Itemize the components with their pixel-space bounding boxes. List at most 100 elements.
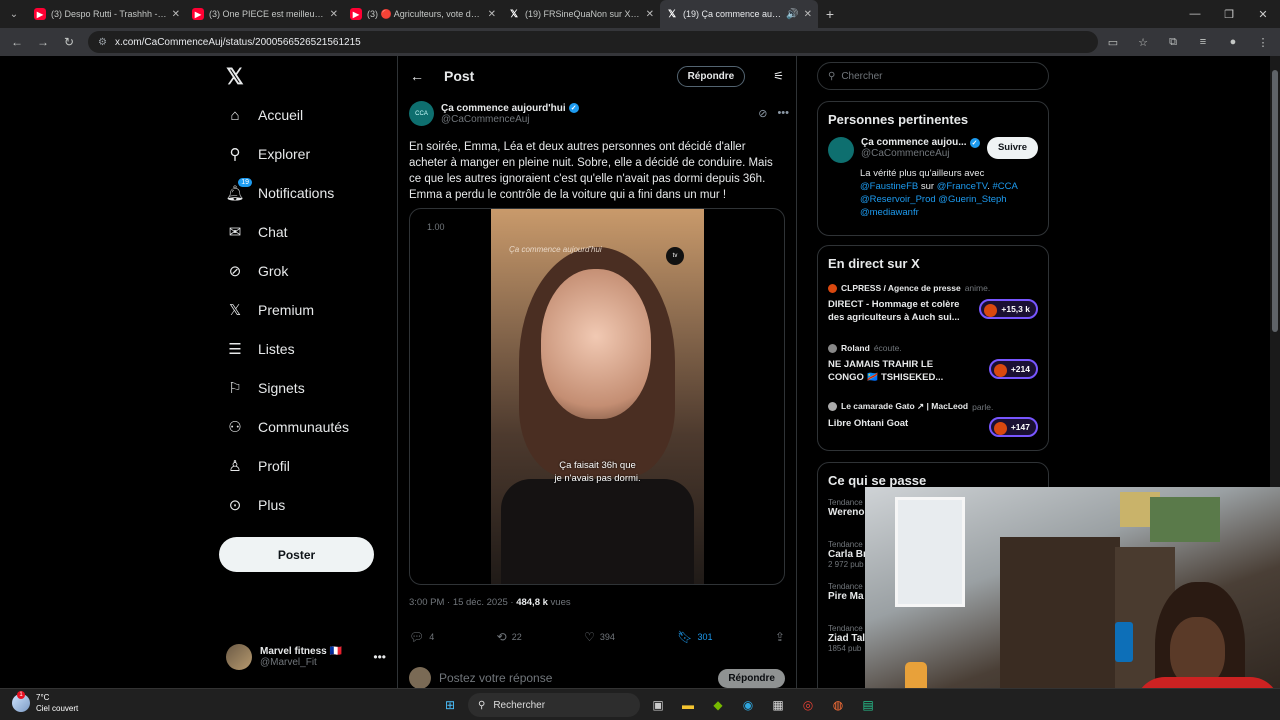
search-icon: ⚲ — [229, 146, 241, 163]
maximize-icon[interactable]: ❐ — [1212, 0, 1246, 28]
relevant-bio: La vérité plus qu'ailleurs avec @Faustin… — [818, 167, 1048, 227]
back-icon[interactable]: ← — [6, 31, 28, 53]
task-view-icon[interactable]: ▣ — [646, 693, 670, 717]
windows-start-icon[interactable]: ⊞ — [438, 693, 462, 717]
reply-input[interactable]: Postez votre réponse — [439, 671, 552, 685]
speaker-icon[interactable]: 🔊 — [786, 9, 798, 20]
reload-icon[interactable]: ↻ — [58, 31, 80, 53]
live-item[interactable]: Le camarade Gato ↗ | MacLeod parle. Libre… — [818, 395, 1048, 445]
store-icon[interactable]: ▦ — [766, 693, 790, 717]
share-button[interactable]: ⇪ — [775, 630, 785, 644]
nav-label: Grok — [258, 263, 289, 279]
live-count[interactable]: +147 — [988, 417, 1038, 437]
author-name-row[interactable]: Ça commence aujourd'hui ✓ — [441, 103, 579, 114]
nav-item-profile[interactable]: ♙ Profil — [226, 451, 290, 481]
avatar[interactable] — [828, 137, 854, 163]
browser-tab[interactable]: ▶ (3) One PIECE est meilleur sans ✕ — [186, 0, 344, 28]
profile-icon[interactable]: ● — [1222, 31, 1244, 53]
nav-item-communities[interactable]: ⚇ Communautés — [226, 412, 349, 442]
video-player[interactable]: 1.00 Ça commence aujourd'hui tv Ça faisa… — [409, 208, 785, 585]
author-avatar[interactable]: CCA — [409, 101, 434, 126]
live-count[interactable]: +15,3 k — [979, 299, 1038, 319]
relevant-name-row[interactable]: Ça commence aujou... ✓ — [861, 137, 980, 148]
browser-tab-active[interactable]: 𝕏 (19) Ça commence aujourd' 🔊 ✕ — [660, 0, 818, 28]
bio-link[interactable]: @Guerin_Steph — [938, 194, 1006, 205]
tweet-time[interactable]: 3:00 PM · 15 déc. 2025 · — [409, 597, 516, 608]
more-icon[interactable]: ••• — [777, 107, 789, 120]
close-icon[interactable]: ✕ — [646, 9, 654, 20]
live-item[interactable]: Roland écoute. NE JAMAIS TRAHIR LE CONGO … — [818, 337, 1048, 395]
repost-button[interactable]: ⟲ 22 — [497, 630, 522, 644]
site-info-icon[interactable]: ⚙ — [98, 37, 107, 48]
reply-button[interactable]: 💬︎ 4 — [409, 630, 434, 644]
live-host: CLPRESS / Agence de presse — [841, 283, 961, 293]
more-icon[interactable]: ••• — [373, 650, 386, 664]
edge-icon[interactable]: ◉ — [736, 693, 760, 717]
browser-tab[interactable]: ▶ (3) 🔴 Agriculteurs, vote du budget ✕ — [344, 0, 502, 28]
cast-icon[interactable]: ▭ — [1102, 31, 1124, 53]
nav-item-notifications[interactable]: 🔔︎ 19 Notifications — [225, 178, 334, 208]
filter-icon[interactable]: ⚟ — [773, 69, 784, 83]
reply-submit-button[interactable]: Répondre — [718, 668, 785, 688]
verified-icon: ✓ — [969, 137, 980, 148]
close-icon[interactable]: ✕ — [330, 9, 338, 20]
url-field[interactable]: ⚙ x.com/CaCommenceAuj/status/20005665265… — [88, 31, 1098, 53]
like-count: 394 — [599, 632, 615, 642]
nav-item-home[interactable]: ⌂ Accueil — [226, 100, 303, 130]
media-control-icon[interactable]: ≡ — [1192, 31, 1214, 53]
reply-chip-button[interactable]: Répondre — [676, 65, 746, 87]
nav-item-premium[interactable]: 𝕏 Premium — [226, 295, 314, 325]
forward-icon[interactable]: → — [32, 31, 54, 53]
nav-item-lists[interactable]: ☰ Listes — [226, 334, 295, 364]
search-icon: ⚲ — [478, 699, 486, 711]
search-input[interactable]: ⚲ Chercher — [817, 62, 1049, 90]
scrollbar-thumb[interactable] — [1272, 70, 1278, 332]
close-icon[interactable]: ✕ — [172, 9, 180, 20]
close-window-icon[interactable]: ✕ — [1246, 0, 1280, 28]
nav-item-chat[interactable]: ✉ Chat — [226, 217, 288, 247]
menu-icon[interactable]: ⋮ — [1252, 31, 1274, 53]
card-title: Personnes pertinentes — [828, 112, 969, 127]
nav-item-grok[interactable]: ⊘ Grok — [226, 256, 289, 286]
file-explorer-icon[interactable]: ▬ — [676, 693, 700, 717]
like-button[interactable]: ♡ 394 — [584, 630, 615, 644]
nvidia-icon[interactable]: ◆ — [706, 693, 730, 717]
app-icon[interactable]: ▤ — [856, 693, 880, 717]
account-switcher[interactable]: Marvel fitness 🇫🇷 @Marvel_Fit ••• — [226, 644, 386, 670]
browser-tab-bar: ⌄ ▶(3) Despo Rutti - Trashhh - YouTube✕ … — [0, 0, 1280, 28]
follow-button[interactable]: Suivre — [986, 137, 1038, 159]
nav-item-bookmarks[interactable]: ⚐ Signets — [226, 373, 304, 403]
nav-item-more[interactable]: ⊙ Plus — [226, 490, 286, 520]
extensions-icon[interactable]: ⧉ — [1162, 31, 1184, 53]
close-icon[interactable]: ✕ — [488, 9, 496, 20]
bookmark-button[interactable]: 🔖︎ 301 — [677, 630, 712, 644]
bio-link[interactable]: @FranceTV — [937, 181, 987, 192]
minimize-icon[interactable]: — — [1178, 0, 1212, 28]
close-icon[interactable]: ✕ — [804, 9, 812, 20]
bio-link[interactable]: @mediawanfr — [860, 207, 919, 218]
playback-speed[interactable]: 1.00 — [427, 222, 445, 232]
new-tab-button[interactable]: + — [818, 6, 842, 22]
chrome-icon[interactable]: ◎ — [796, 693, 820, 717]
x-logo-icon[interactable]: 𝕏 — [226, 64, 244, 90]
live-count[interactable]: +214 — [988, 359, 1038, 379]
browser-tab[interactable]: 𝕏 (19) FRSineQuaNon sur X : "@T ✕ — [502, 0, 660, 28]
video-frame[interactable]: Ça commence aujourd'hui tv Ça faisait 36… — [491, 209, 704, 584]
post-button[interactable]: Poster — [219, 537, 374, 572]
tab-search-icon[interactable]: ⌄ — [0, 0, 28, 28]
url-text: x.com/CaCommenceAuj/status/2000566526521… — [114, 36, 361, 48]
taskbar-search[interactable]: ⚲ Rechercher — [468, 693, 640, 717]
browser-tab[interactable]: ▶ (3) Despo Rutti - Trashhh - YouTube ✕ — [28, 0, 186, 28]
nav-item-explore[interactable]: ⚲ Explorer — [226, 139, 311, 169]
star-icon[interactable]: ☆ — [1132, 31, 1154, 53]
bio-link[interactable]: @FaustineFB — [860, 181, 918, 192]
grok-icon[interactable]: ⊘ — [758, 107, 767, 120]
tab-title: (3) One PIECE est meilleur sans — [209, 9, 325, 19]
bio-link[interactable]: #CCA — [992, 181, 1017, 192]
firefox-icon[interactable]: ◍ — [826, 693, 850, 717]
weather-widget[interactable]: 1 7°C Ciel couvert — [12, 691, 78, 714]
live-item[interactable]: CLPRESS / Agence de presse anime. DIRECT … — [818, 277, 1048, 337]
back-arrow-icon[interactable]: ← — [410, 68, 424, 84]
nav-label: Listes — [258, 341, 295, 357]
bio-link[interactable]: @Reservoir_Prod — [860, 194, 936, 205]
